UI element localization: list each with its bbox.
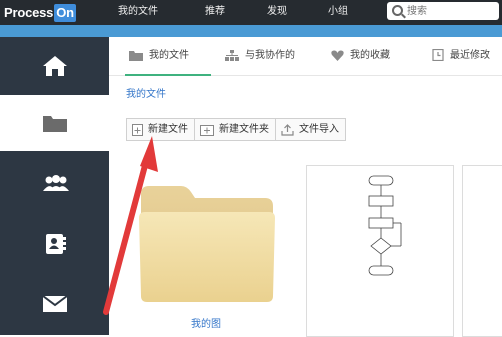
tab-label: 我的收藏 bbox=[350, 50, 390, 61]
new-file-icon bbox=[132, 123, 143, 136]
tab-shared[interactable]: 与我协作的 bbox=[225, 37, 295, 75]
home-icon bbox=[43, 56, 67, 76]
file-toolbar: 新建文件 新建文件夹 文件导入 bbox=[126, 118, 346, 141]
logo-text: Process bbox=[4, 5, 54, 20]
breadcrumb[interactable]: 我的文件 bbox=[126, 85, 166, 100]
search-icon bbox=[392, 5, 403, 16]
clock-icon bbox=[432, 49, 444, 61]
tab-label: 最近修改 bbox=[450, 50, 490, 61]
nav-groups[interactable]: 小组 bbox=[328, 4, 348, 20]
search-input[interactable] bbox=[407, 2, 495, 20]
new-file-label: 新建文件 bbox=[148, 124, 188, 135]
sidebar-item-groups[interactable] bbox=[0, 155, 109, 211]
tab-bar: 我的文件 与我协作的 我的收藏 最近修改 bbox=[109, 37, 502, 76]
diagram-card-partial[interactable] bbox=[462, 165, 502, 337]
new-folder-icon bbox=[200, 124, 214, 136]
processon-logo[interactable]: Process On bbox=[4, 4, 76, 22]
folder-thumbnail[interactable] bbox=[139, 184, 275, 302]
tab-label: 我的文件 bbox=[149, 50, 189, 61]
folder-icon bbox=[43, 116, 67, 132]
upload-icon bbox=[281, 123, 294, 136]
logo-badge: On bbox=[54, 4, 76, 22]
sidebar-item-files[interactable] bbox=[0, 95, 109, 151]
folder-label[interactable]: 我的图 bbox=[191, 315, 221, 330]
sidebar-item-messages[interactable] bbox=[0, 275, 109, 331]
flowchart-thumbnail bbox=[368, 175, 402, 276]
main-content: 我的文件 与我协作的 我的收藏 最近修改 我的文件 新建文件 新建文件夹 文件导… bbox=[109, 37, 502, 337]
new-folder-button[interactable]: 新建文件夹 bbox=[194, 119, 275, 140]
tab-favorites[interactable]: 我的收藏 bbox=[331, 37, 390, 75]
contacts-icon bbox=[46, 234, 66, 254]
org-chart-icon bbox=[225, 49, 239, 61]
sidebar bbox=[0, 37, 109, 335]
diagram-card[interactable] bbox=[306, 165, 454, 337]
nav-my-files[interactable]: 我的文件 bbox=[118, 4, 158, 20]
nav-discover[interactable]: 发现 bbox=[267, 4, 287, 20]
group-icon bbox=[43, 175, 69, 191]
tab-recent[interactable]: 最近修改 bbox=[432, 37, 490, 75]
folder-icon bbox=[129, 50, 143, 61]
import-file-label: 文件导入 bbox=[299, 124, 339, 135]
new-folder-label: 新建文件夹 bbox=[219, 124, 269, 135]
mail-icon bbox=[42, 295, 68, 312]
nav-recommend[interactable]: 推荐 bbox=[205, 4, 225, 20]
sidebar-item-home[interactable] bbox=[0, 37, 109, 93]
import-file-button[interactable]: 文件导入 bbox=[275, 119, 345, 140]
heart-icon bbox=[331, 50, 344, 61]
top-bar: Process On 我的文件 推荐 发现 小组 bbox=[0, 0, 502, 25]
new-file-button[interactable]: 新建文件 bbox=[127, 119, 194, 140]
header-stripe bbox=[0, 25, 502, 37]
sidebar-item-contacts[interactable] bbox=[0, 215, 109, 271]
tab-label: 与我协作的 bbox=[245, 50, 295, 61]
tab-my-files[interactable]: 我的文件 bbox=[125, 37, 211, 76]
search-box[interactable] bbox=[387, 2, 499, 20]
